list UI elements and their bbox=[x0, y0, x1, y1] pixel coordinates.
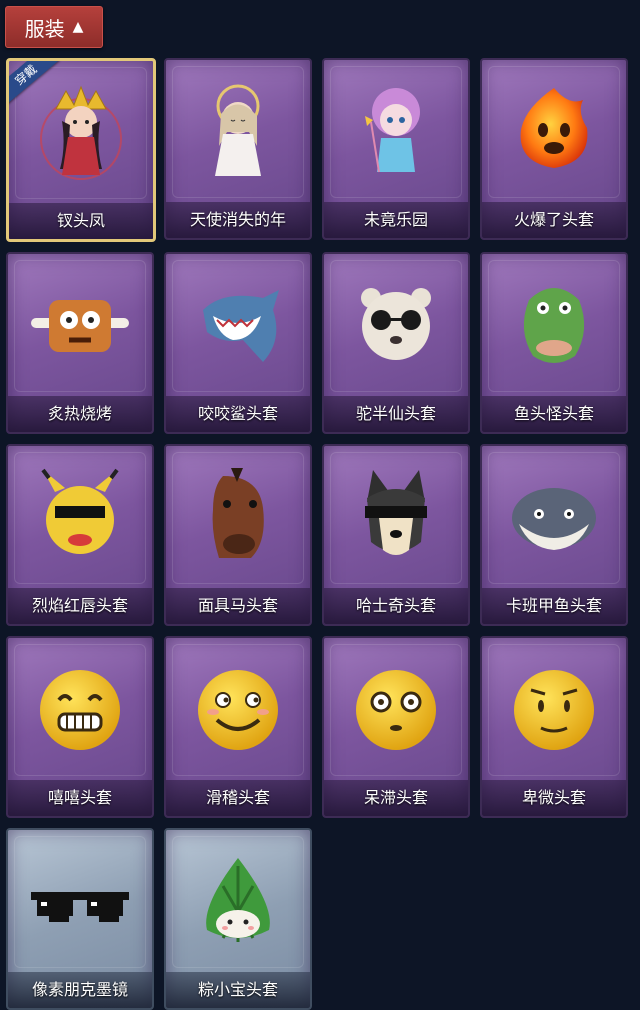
paradise-girl-figure-icon bbox=[341, 76, 451, 186]
costume-card[interactable]: 哈士奇头套 bbox=[322, 444, 470, 626]
costume-card[interactable]: 像素朋克墨镜 bbox=[6, 828, 154, 1010]
costume-name: 卑微头套 bbox=[482, 780, 626, 816]
fireball-head-icon bbox=[499, 76, 609, 186]
costume-name: 驼半仙头套 bbox=[324, 396, 468, 432]
costume-name: 未竟乐园 bbox=[324, 202, 468, 238]
costume-card[interactable]: 粽小宝头套 bbox=[164, 828, 312, 1010]
pixel-sunglasses-icon bbox=[25, 846, 135, 956]
costume-name: 卡班甲鱼头套 bbox=[482, 588, 626, 624]
costume-card[interactable]: 卑微头套 bbox=[480, 636, 628, 818]
zongzi-head-icon bbox=[183, 846, 293, 956]
costume-card[interactable]: 咬咬鲨头套 bbox=[164, 252, 312, 434]
costume-tab-label: 服装 bbox=[24, 16, 65, 41]
costume-card[interactable]: 炙热烧烤 bbox=[6, 252, 154, 434]
costume-card[interactable]: 烈焰红唇头套 bbox=[6, 444, 154, 626]
costume-name: 钗头凤 bbox=[9, 203, 153, 239]
costume-card[interactable]: 鱼头怪头套 bbox=[480, 252, 628, 434]
costume-name: 哈士奇头套 bbox=[324, 588, 468, 624]
costume-grid: 穿戴 钗头凤 天使消失的年 未竟乐园 火爆了头套炙热烧烤 咬咬鲨头套 驼半仙头套 鱼头怪头套烈… bbox=[6, 58, 632, 1010]
pikachu-mask-icon bbox=[25, 462, 135, 572]
costume-card[interactable]: 呆滞头套 bbox=[322, 636, 470, 818]
bbq-meat-head-icon bbox=[25, 270, 135, 380]
costume-name: 滑稽头套 bbox=[166, 780, 310, 816]
bear-sunglasses-head-icon bbox=[341, 270, 451, 380]
phoenix-crown-figure-icon bbox=[26, 77, 136, 187]
costume-card[interactable]: 穿戴 钗头凤 bbox=[6, 58, 156, 242]
husky-head-icon bbox=[341, 462, 451, 572]
costume-card[interactable]: 嘻嘻头套 bbox=[6, 636, 154, 818]
costume-name: 鱼头怪头套 bbox=[482, 396, 626, 432]
costume-card[interactable]: 滑稽头套 bbox=[164, 636, 312, 818]
fish-head-icon bbox=[499, 270, 609, 380]
costume-card[interactable]: 驼半仙头套 bbox=[322, 252, 470, 434]
costume-card[interactable]: 未竟乐园 bbox=[322, 58, 470, 240]
horse-mask-icon bbox=[183, 462, 293, 572]
costume-name: 呆滞头套 bbox=[324, 780, 468, 816]
costume-name: 火爆了头套 bbox=[482, 202, 626, 238]
costume-name: 面具马头套 bbox=[166, 588, 310, 624]
costume-name: 炙热烧烤 bbox=[8, 396, 152, 432]
chevron-up-icon: ▲ bbox=[72, 19, 84, 35]
costume-card[interactable]: 天使消失的年 bbox=[164, 58, 312, 240]
humble-emoji-head-icon bbox=[499, 654, 609, 764]
costume-name: 咬咬鲨头套 bbox=[166, 396, 310, 432]
shark-head-icon bbox=[183, 270, 293, 380]
costume-card[interactable]: 面具马头套 bbox=[164, 444, 312, 626]
costume-name: 天使消失的年 bbox=[166, 202, 310, 238]
costume-name: 像素朋克墨镜 bbox=[8, 972, 152, 1008]
costume-name: 烈焰红唇头套 bbox=[8, 588, 152, 624]
grin-emoji-head-icon bbox=[25, 654, 135, 764]
smirk-emoji-head-icon bbox=[183, 654, 293, 764]
costume-name: 嘻嘻头套 bbox=[8, 780, 152, 816]
angel-figure-icon bbox=[183, 76, 293, 186]
costume-card[interactable]: 火爆了头套 bbox=[480, 58, 628, 240]
costume-card[interactable]: 卡班甲鱼头套 bbox=[480, 444, 628, 626]
costume-tab-toggle[interactable]: 服装 ▲ bbox=[5, 6, 103, 48]
costume-name: 粽小宝头套 bbox=[166, 972, 310, 1008]
dazed-emoji-head-icon bbox=[341, 654, 451, 764]
pufferfish-head-icon bbox=[499, 462, 609, 572]
